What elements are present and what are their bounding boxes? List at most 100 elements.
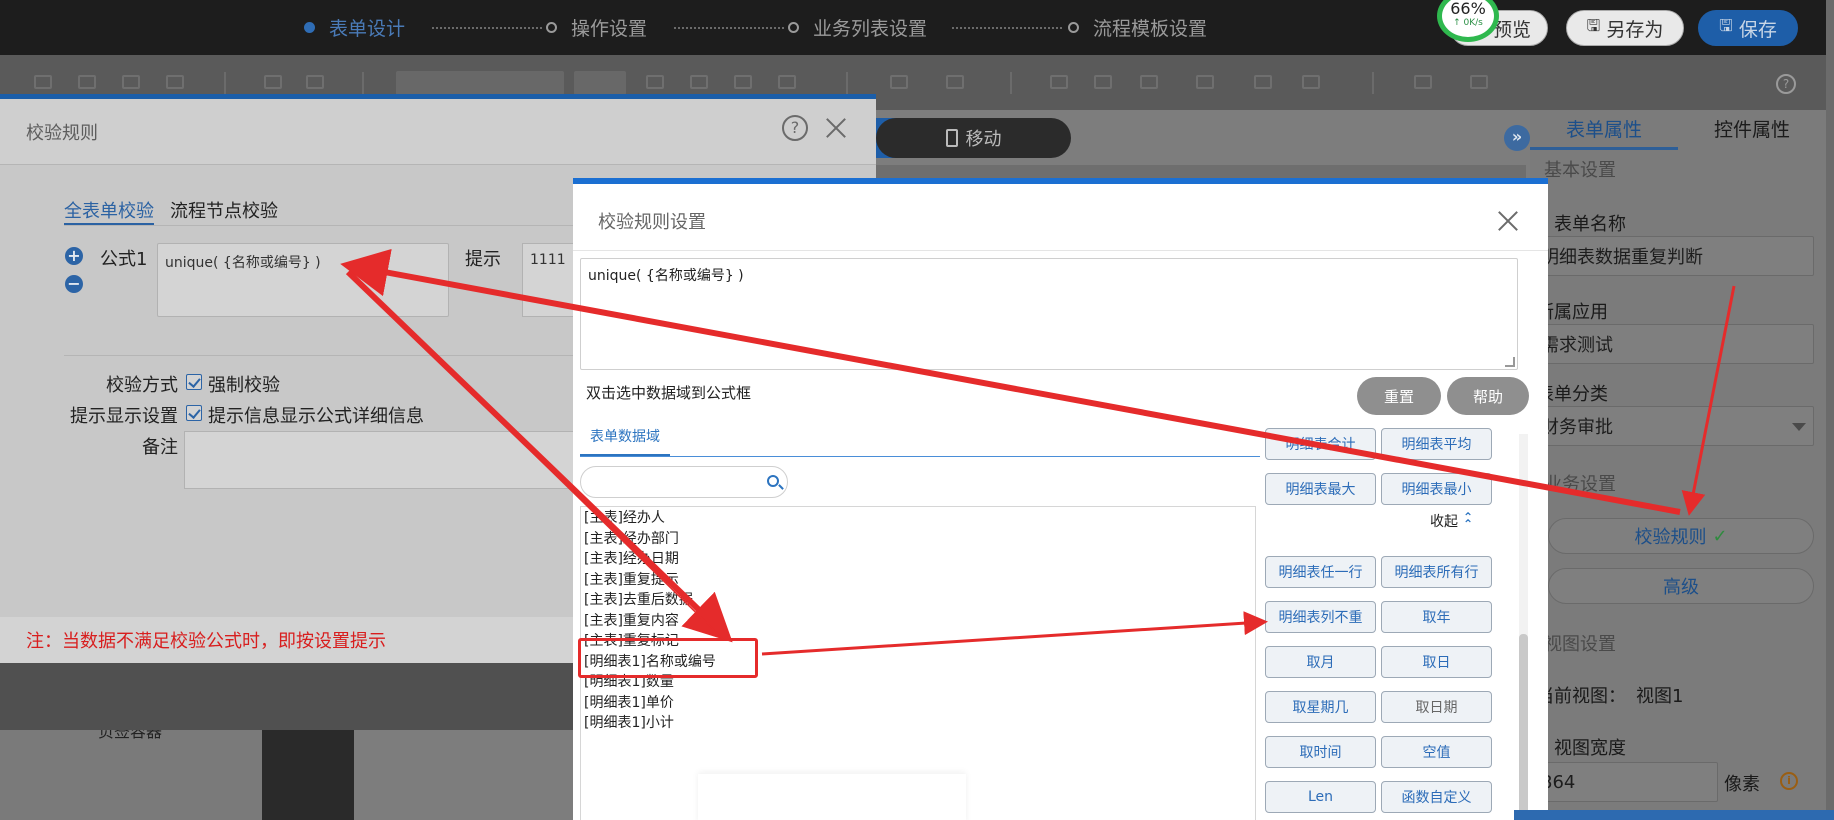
fn-day-button[interactable]: 取日 <box>1381 646 1492 678</box>
step-form-design[interactable]: 表单设计 <box>304 14 405 41</box>
close-icon[interactable] <box>1495 208 1521 234</box>
toolbar-copy-icon[interactable] <box>122 75 140 89</box>
split-icon[interactable] <box>1094 75 1112 89</box>
resize-handle-icon[interactable] <box>1505 357 1515 367</box>
fill-color-icon[interactable] <box>1302 75 1320 89</box>
step-label: 表单设计 <box>329 18 406 40</box>
list-item[interactable]: [明细表1]单价 <box>584 692 674 712</box>
list-item[interactable]: [主表]经办部门 <box>584 528 679 548</box>
view-width-field[interactable]: 864 <box>1530 762 1718 802</box>
force-validation-checkbox[interactable] <box>186 374 202 390</box>
form-name-field[interactable]: 明细表数据重复判断 <box>1530 236 1814 276</box>
help-button[interactable]: 帮助 <box>1447 377 1529 415</box>
formula-input[interactable]: unique( {名称或编号} ) <box>157 243 449 317</box>
fn-month-button[interactable]: 取月 <box>1265 646 1376 678</box>
list-item[interactable]: [主表]经办日期 <box>584 548 679 568</box>
info-icon[interactable]: i <box>1780 772 1798 790</box>
tab-full-form-validation[interactable]: 全表单校验 <box>64 197 154 223</box>
validation-rule-button[interactable]: 校验规则 ✓ <box>1548 518 1814 554</box>
search-icon[interactable] <box>767 475 779 487</box>
tab-form-properties[interactable]: 表单属性 <box>1530 110 1678 150</box>
font-size-select[interactable] <box>574 71 626 95</box>
fn-year-button[interactable]: 取年 <box>1381 601 1492 633</box>
underline-icon[interactable] <box>734 75 752 89</box>
save-button[interactable]: 🖫 保存 <box>1698 10 1798 46</box>
panel-collapse-button[interactable]: » <box>1504 125 1530 151</box>
font-family-select[interactable] <box>396 71 564 95</box>
list-item[interactable]: [主表]重复提示 <box>584 569 679 589</box>
tab-form-datasource[interactable]: 表单数据域 <box>580 420 670 456</box>
merge-icon[interactable] <box>1050 75 1068 89</box>
page-scrollbar[interactable] <box>1826 0 1834 820</box>
formula-editor[interactable]: unique( {名称或编号} ) <box>580 258 1518 370</box>
tab-control-properties[interactable]: 控件属性 <box>1678 110 1826 150</box>
show-formula-detail-text: 提示信息显示公式详细信息 <box>208 406 424 427</box>
help-icon[interactable]: ? <box>1776 74 1796 94</box>
list-item[interactable]: [主表]去重后数据 <box>584 589 693 609</box>
show-formula-detail-checkbox[interactable] <box>186 405 202 421</box>
fn-len-button[interactable]: Len <box>1265 781 1376 813</box>
tab-node-validation[interactable]: 流程节点校验 <box>170 197 278 223</box>
toolbar-paste-icon[interactable] <box>166 75 184 89</box>
bottom-accent-bar <box>1514 810 1834 820</box>
fn-date-button[interactable]: 取日期 <box>1381 691 1492 723</box>
section-view-settings: 视图设置 <box>1544 634 1616 655</box>
italic-icon[interactable] <box>690 75 708 89</box>
control-icon[interactable] <box>1470 75 1488 89</box>
fn-detail-all-rows-button[interactable]: 明细表所有行 <box>1381 556 1492 588</box>
fn-detail-unique-button[interactable]: 明细表列不重 <box>1265 601 1376 633</box>
app-value: 需求测试 <box>1541 335 1613 356</box>
help-icon[interactable]: ? <box>782 115 808 141</box>
collapse-label[interactable]: 收起 <box>1430 511 1458 531</box>
add-formula-icon[interactable]: + <box>65 247 83 265</box>
advanced-button[interactable]: 高级 <box>1548 568 1814 604</box>
toolbar-redo-icon[interactable] <box>306 75 324 89</box>
remove-formula-icon[interactable]: − <box>65 275 83 293</box>
step-workflow-template[interactable]: 流程模板设置 <box>1068 14 1207 41</box>
list-item[interactable]: [主表]重复内容 <box>584 610 679 630</box>
fn-detail-max-button[interactable]: 明细表最大 <box>1265 473 1376 505</box>
mobile-view-toggle[interactable]: 移动 <box>876 118 1071 158</box>
border-icon[interactable] <box>1140 75 1158 89</box>
toolbar-undo-icon[interactable] <box>264 75 282 89</box>
close-icon[interactable] <box>823 115 849 141</box>
display-label: 提示显示设置 <box>70 406 178 427</box>
step-label: 流程模板设置 <box>1093 18 1208 40</box>
step-label: 业务列表设置 <box>813 18 928 40</box>
app-field[interactable]: 需求测试 <box>1530 324 1814 364</box>
memo-input[interactable] <box>184 431 584 489</box>
image-icon[interactable] <box>1414 75 1432 89</box>
align-icon[interactable] <box>890 75 908 89</box>
fn-null-button[interactable]: 空值 <box>1381 736 1492 768</box>
bold-icon[interactable] <box>646 75 664 89</box>
fn-time-button[interactable]: 取时间 <box>1265 736 1376 768</box>
list-item[interactable]: [明细表1]小计 <box>584 712 674 732</box>
fn-detail-sum-button[interactable]: 明细表合计 <box>1265 428 1376 460</box>
reset-button[interactable]: 重置 <box>1357 377 1441 415</box>
toolbar-divider <box>1010 72 1012 94</box>
form-name-value: 明细表数据重复判断 <box>1541 247 1703 268</box>
list-item[interactable]: [主表]经办人 <box>584 507 665 527</box>
chevron-up-icon[interactable]: ⌃ ⌃ <box>1463 511 1477 530</box>
speed-rate: ↑ 0K/s <box>1453 18 1483 28</box>
valign-icon[interactable] <box>946 75 964 89</box>
fn-custom-button[interactable]: 函数自定义 <box>1381 781 1492 813</box>
step-list-settings[interactable]: 业务列表设置 <box>788 14 927 41</box>
table-icon[interactable] <box>1254 75 1272 89</box>
fn-detail-avg-button[interactable]: 明细表平均 <box>1381 428 1492 460</box>
toolbar-cut-icon[interactable] <box>78 75 96 89</box>
font-color-icon[interactable] <box>778 75 796 89</box>
field-search-input[interactable] <box>580 466 788 498</box>
toolbar-new-icon[interactable] <box>34 75 52 89</box>
fn-weekday-button[interactable]: 取星期几 <box>1265 691 1376 723</box>
category-select[interactable]: 财务审批 <box>1530 406 1814 446</box>
save-label: 保存 <box>1738 18 1777 41</box>
step-operation-settings[interactable]: 操作设置 <box>546 14 647 41</box>
hint-label: 提示 <box>465 249 501 270</box>
fn-detail-any-row-button[interactable]: 明细表任一行 <box>1265 556 1376 588</box>
fn-detail-min-button[interactable]: 明细表最小 <box>1381 473 1492 505</box>
function-scrollbar-thumb[interactable] <box>1519 634 1528 820</box>
insert-row-icon[interactable] <box>1196 75 1214 89</box>
save-as-button[interactable]: 🖫 另存为 <box>1566 10 1684 46</box>
dialog-header: 校验规则 ? <box>0 99 876 165</box>
